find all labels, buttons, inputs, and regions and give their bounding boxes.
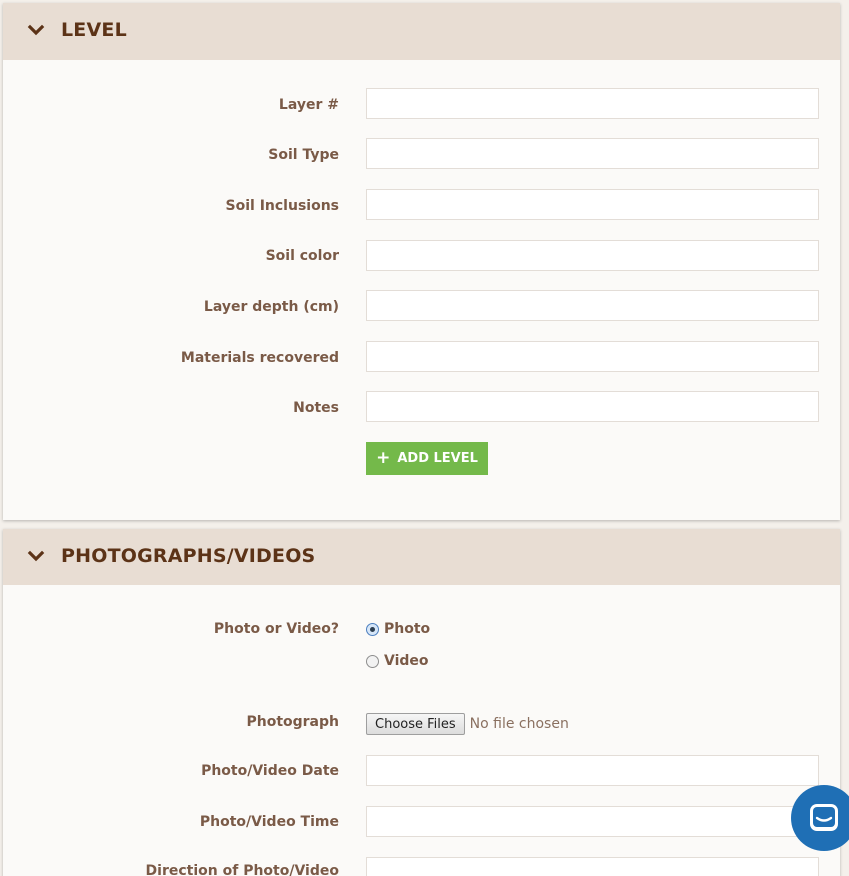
photos-panel: PHOTOGRAPHS/VIDEOS Photo or Video? Photo… — [3, 529, 840, 876]
video-option-label: Video — [384, 653, 429, 669]
video-option[interactable]: Video — [366, 653, 429, 669]
direction-label: Direction of Photo/Video — [145, 863, 339, 876]
chevron-down-icon[interactable] — [27, 22, 45, 40]
chat-widget-button[interactable] — [791, 785, 849, 851]
photograph-file-picker: Choose Files No file chosen — [366, 713, 569, 735]
level-panel: LEVEL Layer # Soil Type Soil Inclusions … — [3, 3, 840, 520]
layer-depth-label: Layer depth (cm) — [203, 299, 339, 315]
choose-files-button[interactable]: Choose Files — [366, 713, 465, 735]
layer-number-input[interactable] — [366, 88, 819, 119]
soil-inclusions-label: Soil Inclusions — [225, 198, 339, 214]
photo-option-label: Photo — [384, 621, 431, 637]
file-status-text: No file chosen — [469, 716, 569, 732]
photo-video-date-input[interactable] — [366, 755, 819, 786]
page: LEVEL Layer # Soil Type Soil Inclusions … — [0, 0, 849, 876]
soil-type-input[interactable] — [366, 138, 819, 169]
photograph-label: Photograph — [246, 714, 339, 730]
photo-video-date-label: Photo/Video Date — [201, 763, 339, 779]
level-panel-header[interactable]: LEVEL — [3, 3, 840, 60]
plus-icon: + — [376, 448, 391, 468]
soil-type-label: Soil Type — [268, 147, 339, 163]
photo-video-time-input[interactable] — [366, 806, 819, 837]
soil-inclusions-input[interactable] — [366, 189, 819, 220]
photos-panel-header[interactable]: PHOTOGRAPHS/VIDEOS — [3, 529, 840, 585]
notes-label: Notes — [293, 400, 339, 416]
layer-number-label: Layer # — [278, 97, 339, 113]
materials-recovered-input[interactable] — [366, 341, 819, 372]
photo-option[interactable]: Photo — [366, 621, 430, 637]
layer-depth-input[interactable] — [366, 290, 819, 321]
soil-color-input[interactable] — [366, 240, 819, 271]
video-radio[interactable] — [366, 654, 379, 668]
chat-icon — [810, 804, 838, 831]
level-panel-title: LEVEL — [61, 19, 127, 41]
chevron-down-icon[interactable] — [27, 548, 45, 566]
soil-color-label: Soil color — [265, 248, 339, 264]
notes-input[interactable] — [366, 391, 819, 422]
add-level-button[interactable]: + ADD LEVEL — [366, 442, 488, 475]
direction-input[interactable] — [366, 857, 819, 876]
photos-panel-title: PHOTOGRAPHS/VIDEOS — [61, 545, 316, 567]
photo-video-time-label: Photo/Video Time — [199, 814, 339, 830]
photo-or-video-label: Photo or Video? — [213, 621, 339, 637]
photo-radio[interactable] — [366, 622, 379, 636]
materials-recovered-label: Materials recovered — [180, 350, 339, 366]
add-level-label: ADD LEVEL — [397, 451, 478, 466]
